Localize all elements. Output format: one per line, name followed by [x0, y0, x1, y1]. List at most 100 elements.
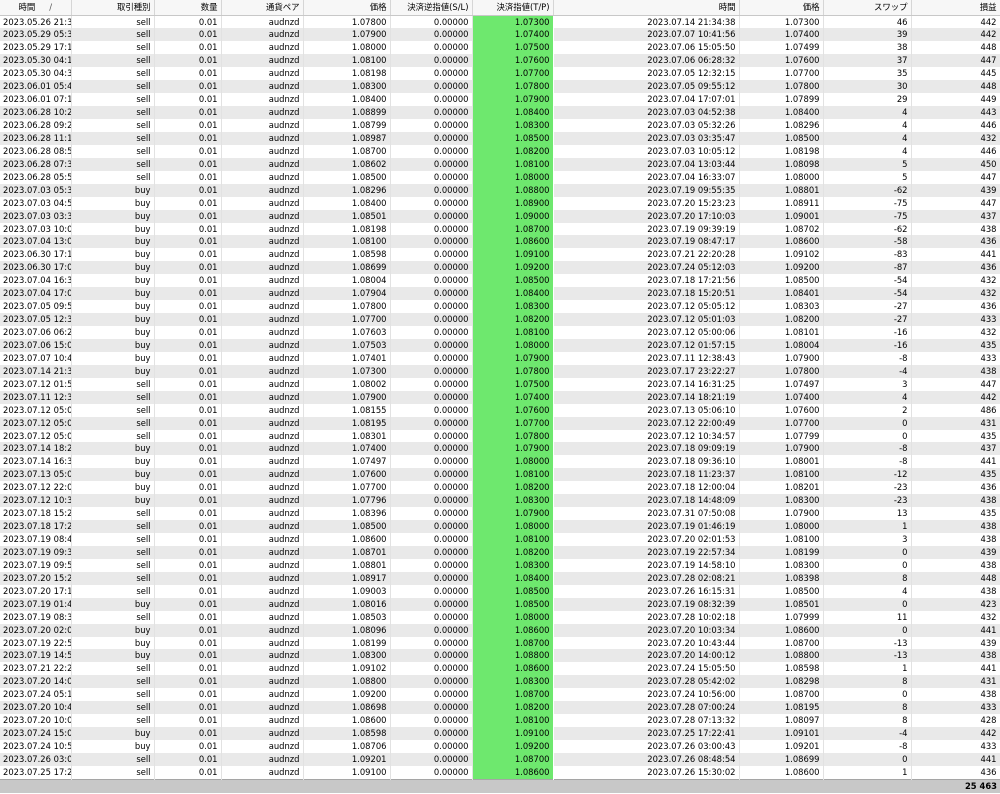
- table-cell: 0.01: [154, 157, 222, 171]
- table-row[interactable]: 2023.07.25 17:22:42sell0.01audnzd1.09100…: [0, 765, 1000, 780]
- table-cell: 2023.07.03 05:32:26: [553, 119, 740, 132]
- table-row[interactable]: 2023.07.19 09:55:35sell0.01audnzd1.08801…: [0, 558, 1000, 572]
- table-row[interactable]: 2023.07.12 05:01:04sell0.01audnzd1.08195…: [0, 416, 1000, 430]
- table-cell: 432: [911, 274, 1000, 288]
- table-row[interactable]: 2023.07.12 05:05:13sell0.01audnzd1.08301…: [0, 429, 1000, 443]
- table-cell: 2023.07.11 12:38:44: [0, 390, 72, 404]
- table-row[interactable]: 2023.07.21 22:20:29sell0.01audnzd1.09102…: [0, 662, 1000, 676]
- table-row[interactable]: 2023.07.14 16:31:25buy0.01audnzd1.074970…: [0, 455, 1000, 469]
- table-row[interactable]: 2023.07.24 15:05:51buy0.01audnzd1.085980…: [0, 727, 1000, 740]
- table-cell: 435: [911, 338, 1000, 352]
- table-cell: 1.08600: [739, 765, 824, 780]
- table-cell: buy: [71, 261, 155, 275]
- table-cell: 0.00000: [390, 222, 473, 236]
- table-row[interactable]: 2023.07.18 15:20:52sell0.01audnzd1.08396…: [0, 507, 1000, 521]
- table-row[interactable]: 2023.07.04 17:07:02buy0.01audnzd1.079040…: [0, 287, 1000, 301]
- table-cell: 0.01: [154, 377, 222, 391]
- table-cell: buy: [71, 209, 155, 223]
- table-row[interactable]: 2023.05.29 05:31:30sell0.01audnzd1.07900…: [0, 28, 1000, 42]
- table-cell: 2023.07.28 10:02:18: [553, 610, 740, 624]
- table-row[interactable]: 2023.06.28 07:30:28sell0.01audnzd1.08602…: [0, 157, 1000, 171]
- col-close-price[interactable]: 価格: [739, 0, 824, 16]
- table-row[interactable]: 2023.06.01 07:13:21sell0.01audnzd1.08400…: [0, 93, 1000, 107]
- table-cell: 8: [823, 675, 912, 689]
- table-row[interactable]: 2023.07.14 21:34:38buy0.01audnzd1.073000…: [0, 364, 1000, 378]
- table-row[interactable]: 2023.07.12 22:00:50buy0.01audnzd1.077000…: [0, 481, 1000, 495]
- table-row[interactable]: 2023.07.07 10:41:57buy0.01audnzd1.074010…: [0, 351, 1000, 365]
- table-row[interactable]: 2023.07.24 10:56:01buy0.01audnzd1.087060…: [0, 740, 1000, 753]
- col-stop-loss[interactable]: 決済逆指値(S/L): [390, 0, 473, 16]
- table-row[interactable]: 2023.07.20 10:43:45sell0.01audnzd1.08698…: [0, 701, 1000, 715]
- col-open-price[interactable]: 価格: [303, 0, 391, 16]
- table-row[interactable]: 2023.07.06 06:28:33buy0.01audnzd1.076030…: [0, 326, 1000, 339]
- table-row[interactable]: 2023.07.13 05:06:11buy0.01audnzd1.076000…: [0, 468, 1000, 482]
- col-take-profit[interactable]: 決済指値(T/P): [472, 0, 554, 16]
- table-row[interactable]: 2023.07.20 17:10:04sell0.01audnzd1.09003…: [0, 584, 1000, 598]
- table-row[interactable]: 2023.05.30 04:15:02sell0.01audnzd1.08100…: [0, 54, 1000, 68]
- table-row[interactable]: 2023.07.03 05:32:27buy0.01audnzd1.082960…: [0, 183, 1000, 197]
- table-row[interactable]: 2023.07.06 15:05:51buy0.01audnzd1.075030…: [0, 338, 1000, 352]
- table-row[interactable]: 2023.07.14 18:21:20buy0.01audnzd1.074000…: [0, 442, 1000, 456]
- table-row[interactable]: 2023.07.12 05:00:07sell0.01audnzd1.08155…: [0, 403, 1000, 417]
- table-cell: 0.01: [154, 131, 222, 145]
- table-row[interactable]: 2023.05.30 04:31:51sell0.01audnzd1.08198…: [0, 67, 1000, 81]
- table-cell: sell: [71, 131, 155, 145]
- table-row[interactable]: 2023.07.24 05:12:04sell0.01audnzd1.09200…: [0, 688, 1000, 702]
- table-row[interactable]: 2023.07.19 09:39:20sell0.01audnzd1.08701…: [0, 545, 1000, 559]
- col-symbol[interactable]: 通貨ペア: [221, 0, 304, 16]
- table-row[interactable]: 2023.06.28 10:27:11sell0.01audnzd1.08899…: [0, 106, 1000, 119]
- table-cell: 0.00000: [390, 494, 473, 508]
- table-row[interactable]: 2023.07.04 16:33:08buy0.01audnzd1.080040…: [0, 274, 1000, 288]
- col-close-time[interactable]: 時間: [553, 0, 740, 16]
- table-cell: 0.00000: [390, 584, 473, 598]
- table-row[interactable]: 2023.07.20 02:01:54buy0.01audnzd1.080960…: [0, 623, 1000, 637]
- table-row[interactable]: 2023.06.28 08:58:18sell0.01audnzd1.08700…: [0, 144, 1000, 158]
- table-row[interactable]: 2023.07.12 10:34:58buy0.01audnzd1.077960…: [0, 494, 1000, 508]
- table-row[interactable]: 2023.06.01 05:47:19sell0.01audnzd1.08300…: [0, 80, 1000, 94]
- table-row[interactable]: 2023.07.20 15:23:24sell0.01audnzd1.08917…: [0, 571, 1000, 585]
- table-cell: sell: [71, 558, 155, 572]
- col-volume[interactable]: 数量: [154, 0, 222, 16]
- table-row[interactable]: 2023.06.30 17:02:22buy0.01audnzd1.086990…: [0, 261, 1000, 275]
- table-row[interactable]: 2023.07.19 08:47:18sell0.01audnzd1.08600…: [0, 533, 1000, 546]
- table-cell: 1.08200: [472, 313, 554, 326]
- table-row[interactable]: 2023.07.19 14:58:10buy0.01audnzd1.083000…: [0, 649, 1000, 663]
- table-row[interactable]: 2023.07.05 12:32:16buy0.01audnzd1.077000…: [0, 313, 1000, 326]
- table-row[interactable]: 2023.07.19 22:57:34buy0.01audnzd1.081990…: [0, 636, 1000, 650]
- table-row[interactable]: 2023.07.11 12:38:44sell0.01audnzd1.07900…: [0, 390, 1000, 404]
- table-cell: audnzd: [221, 338, 304, 352]
- table-cell: 0.01: [154, 196, 222, 210]
- col-profit[interactable]: 損益: [911, 0, 1000, 16]
- table-row[interactable]: 2023.07.03 04:52:38buy0.01audnzd1.084000…: [0, 196, 1000, 210]
- trade-history-report: 時間 / 取引種別 数量 通貨ペア 価格 決済逆指値(S/L) 決済指値(T/P)…: [0, 0, 1000, 794]
- table-cell: 1.08199: [303, 636, 391, 650]
- table-row[interactable]: 2023.07.26 03:00:44sell0.01audnzd1.09201…: [0, 752, 1000, 766]
- table-row[interactable]: 2023.07.03 10:05:13buy0.01audnzd1.081980…: [0, 222, 1000, 236]
- col-type[interactable]: 取引種別: [71, 0, 155, 16]
- table-row[interactable]: 2023.05.26 21:36:03sell0.01audnzd1.07800…: [0, 15, 1000, 29]
- table-cell: 1.08700: [472, 688, 554, 702]
- table-cell: 1.08098: [739, 157, 824, 171]
- table-cell: 29: [823, 93, 912, 107]
- table-row[interactable]: 2023.07.04 13:03:45buy0.01audnzd1.081000…: [0, 235, 1000, 249]
- table-row[interactable]: 2023.07.12 01:57:16sell0.01audnzd1.08002…: [0, 377, 1000, 391]
- table-row[interactable]: 2023.06.28 11:15:08sell0.01audnzd1.08987…: [0, 131, 1000, 145]
- table-row[interactable]: 2023.06.28 05:56:08sell0.01audnzd1.08500…: [0, 170, 1000, 184]
- table-cell: 1.09003: [303, 584, 391, 598]
- table-row[interactable]: 2023.07.19 01:46:20buy0.01audnzd1.080160…: [0, 597, 1000, 611]
- table-row[interactable]: 2023.06.30 17:16:50buy0.01audnzd1.085980…: [0, 248, 1000, 262]
- table-row[interactable]: 2023.07.20 10:03:35sell0.01audnzd1.08600…: [0, 714, 1000, 728]
- table-row[interactable]: 2023.07.03 03:35:48buy0.01audnzd1.085010…: [0, 209, 1000, 223]
- table-cell: 1.07603: [303, 326, 391, 339]
- table-cell: audnzd: [221, 274, 304, 288]
- table-cell: 1.08702: [739, 222, 824, 236]
- table-row[interactable]: 2023.07.18 17:21:56sell0.01audnzd1.08500…: [0, 520, 1000, 533]
- table-row[interactable]: 2023.07.05 09:55:13buy0.01audnzd1.078000…: [0, 300, 1000, 314]
- table-row[interactable]: 2023.05.29 17:19:43sell0.01audnzd1.08000…: [0, 41, 1000, 55]
- col-swap[interactable]: スワップ: [823, 0, 912, 16]
- table-cell: 2023.07.20 02:01:53: [553, 533, 740, 546]
- table-row[interactable]: 2023.07.20 14:00:13sell0.01audnzd1.08800…: [0, 675, 1000, 689]
- col-open-time[interactable]: 時間 /: [0, 0, 72, 16]
- table-row[interactable]: 2023.06.28 09:26:19sell0.01audnzd1.08799…: [0, 119, 1000, 132]
- table-row[interactable]: 2023.07.19 08:32:40sell0.01audnzd1.08503…: [0, 610, 1000, 624]
